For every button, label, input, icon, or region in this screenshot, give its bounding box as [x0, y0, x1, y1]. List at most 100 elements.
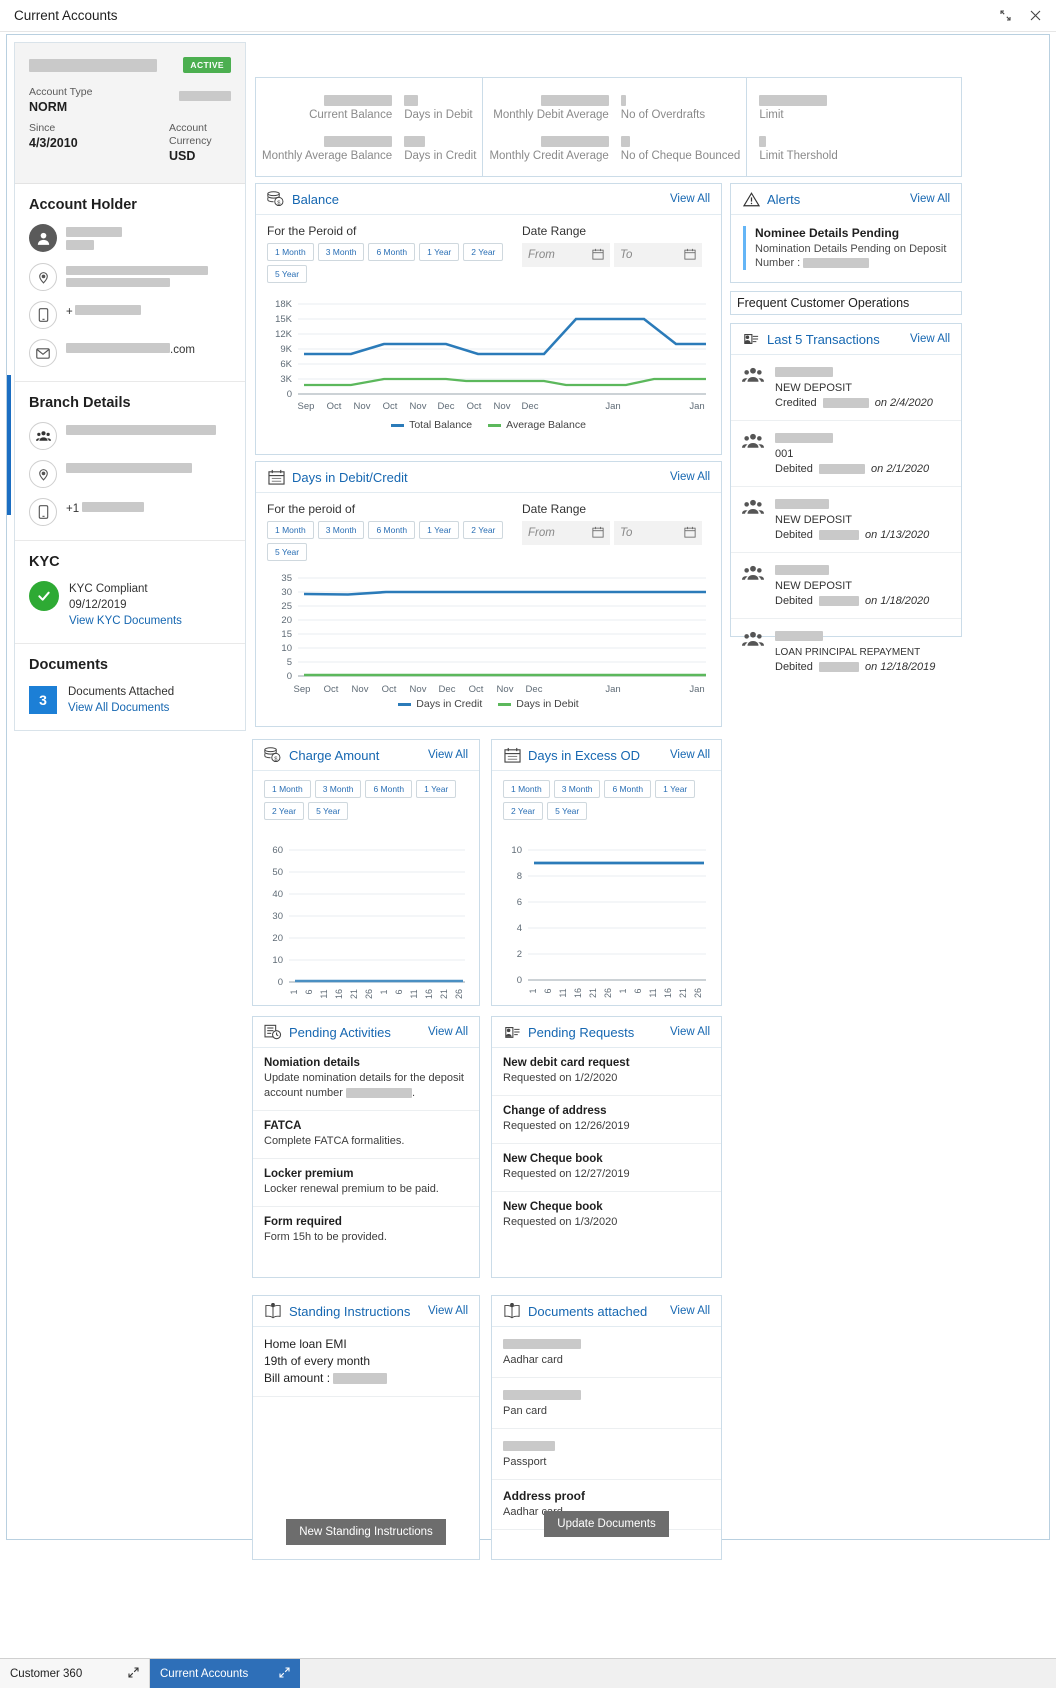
period-5-year[interactable]: 5 Year — [308, 802, 349, 820]
view-all-documents-link[interactable]: View All Documents — [68, 702, 169, 714]
new-standing-instructions-button[interactable]: New Standing Instructions — [286, 1519, 446, 1545]
list-item[interactable]: New Cheque book Requested on 1/3/2020 — [492, 1192, 721, 1239]
days-excess-od-view-all-link[interactable]: View All — [670, 749, 710, 761]
restore-icon[interactable] — [990, 2, 1020, 30]
table-row[interactable]: NEW DEPOSIT Debited on 1/18/2020 — [731, 553, 961, 619]
period-6-month[interactable]: 6 Month — [365, 780, 413, 798]
transactions-view-all-link[interactable]: View All — [910, 333, 950, 345]
documents-attached-view-all-link[interactable]: View All — [670, 1305, 710, 1317]
svg-text:11: 11 — [319, 989, 329, 998]
period-1-year[interactable]: 1 Year — [419, 243, 460, 261]
table-row[interactable]: LOAN PRINCIPAL REPAYMENT Debited on 12/1… — [731, 619, 961, 684]
list-item[interactable]: New debit card request Requested on 1/2/… — [492, 1048, 721, 1096]
calendar-icon[interactable] — [592, 248, 604, 263]
list-item[interactable]: Locker premium Locker renewal premium to… — [253, 1159, 479, 1207]
kyc-status: KYC Compliant — [69, 583, 148, 595]
period-3-month[interactable]: 3 Month — [317, 243, 365, 261]
list-item[interactable]: New Cheque book Requested on 12/27/2019 — [492, 1144, 721, 1192]
period-5-year[interactable]: 5 Year — [267, 543, 308, 561]
transactions-title: Last 5 Transactions — [767, 331, 880, 347]
documents-heading: Documents — [29, 657, 108, 673]
date-from-input[interactable]: From — [522, 243, 610, 267]
standing-instruction-item[interactable]: Home loan EMI 19th of every month Bill a… — [253, 1327, 479, 1397]
transaction-name: NEW DEPOSIT — [775, 382, 853, 394]
calendar-icon — [267, 468, 285, 486]
account-number-redacted — [179, 90, 231, 101]
balance-date-range-label: Date Range — [522, 224, 587, 238]
period-1-month[interactable]: 1 Month — [264, 780, 311, 798]
standing-instructions-header: Standing Instructions View All — [253, 1296, 479, 1327]
period-2-year[interactable]: 2 Year — [264, 802, 305, 820]
pending-requests-view-all-link[interactable]: View All — [670, 1026, 710, 1038]
list-item[interactable]: Nomiation details Update nomination deta… — [253, 1048, 479, 1111]
dc-period-controls: For the peroid of 1 Month 3 Month 6 Mont… — [267, 502, 522, 561]
list-item[interactable]: Pan card — [492, 1378, 721, 1429]
close-icon[interactable] — [1020, 2, 1050, 30]
period-6-month[interactable]: 6 Month — [604, 780, 652, 798]
period-2-year[interactable]: 2 Year — [503, 802, 544, 820]
activity-desc-post: . — [411, 1087, 415, 1099]
account-holder-section: Account Holder + .com — [15, 184, 245, 382]
period-1-month[interactable]: 1 Month — [267, 521, 314, 539]
days-debit-credit-view-all-link[interactable]: View All — [670, 471, 710, 483]
period-3-month[interactable]: 3 Month — [317, 521, 365, 539]
standing-instructions-view-all-link[interactable]: View All — [428, 1305, 468, 1317]
calendar-icon[interactable] — [684, 248, 696, 263]
period-1-year[interactable]: 1 Year — [419, 521, 460, 539]
period-1-year[interactable]: 1 Year — [655, 780, 696, 798]
charge-amount-view-all-link[interactable]: View All — [428, 749, 468, 761]
list-item[interactable]: Change of address Requested on 12/26/201… — [492, 1096, 721, 1144]
period-6-month[interactable]: 6 Month — [368, 521, 416, 539]
status-badge: ACTIVE — [183, 57, 231, 73]
table-row[interactable]: NEW DEPOSIT Debited on 1/13/2020 — [731, 487, 961, 553]
date-to-input[interactable]: To — [614, 243, 702, 267]
expand-icon[interactable] — [279, 1666, 290, 1681]
document-title: Address proof — [503, 1489, 586, 1503]
svg-text:16: 16 — [424, 989, 434, 999]
period-1-month[interactable]: 1 Month — [267, 243, 314, 261]
pending-requests-title: Pending Requests — [528, 1024, 635, 1040]
list-item[interactable]: Form required Form 15h to be provided. — [253, 1207, 479, 1254]
frequent-customer-operations-bar[interactable]: Frequent Customer Operations — [730, 291, 962, 315]
table-row[interactable]: 001 Debited on 2/1/2020 — [731, 421, 961, 487]
table-row[interactable]: NEW DEPOSIT Credited on 2/4/2020 — [731, 355, 961, 421]
alert-desc: Nomination Details Pending on Deposit Nu… — [755, 242, 949, 270]
balance-view-all-link[interactable]: View All — [670, 193, 710, 205]
svg-text:Sep: Sep — [294, 684, 311, 695]
date-from-input[interactable]: From — [522, 521, 610, 545]
alert-desc-line1: Nomination Details Pending on Deposit — [755, 243, 947, 255]
list-item[interactable]: Aadhar card — [492, 1327, 721, 1378]
pending-activities-view-all-link[interactable]: View All — [428, 1026, 468, 1038]
period-1-month[interactable]: 1 Month — [503, 780, 550, 798]
period-1-year[interactable]: 1 Year — [416, 780, 457, 798]
view-kyc-documents-link[interactable]: View KYC Documents — [69, 615, 182, 627]
date-from-placeholder: From — [528, 249, 555, 261]
alert-item[interactable]: Nominee Details Pending Nomination Detai… — [743, 226, 949, 270]
date-to-input[interactable]: To — [614, 521, 702, 545]
calendar-icon[interactable] — [592, 526, 604, 541]
date-from-placeholder: From — [528, 527, 555, 539]
taskbar-item-customer-360[interactable]: Customer 360 — [0, 1659, 150, 1688]
account-number-redacted-block — [179, 86, 231, 114]
expand-icon[interactable] — [128, 1666, 139, 1681]
balance-card-title: Balance — [292, 191, 339, 207]
period-3-month[interactable]: 3 Month — [314, 780, 362, 798]
svg-text:6: 6 — [304, 989, 314, 994]
period-3-month[interactable]: 3 Month — [553, 780, 601, 798]
period-5-year[interactable]: 5 Year — [267, 265, 308, 283]
transaction-meta: Credited on 2/4/2020 — [775, 396, 950, 411]
period-2-year[interactable]: 2 Year — [463, 521, 504, 539]
svg-text:6: 6 — [394, 989, 404, 994]
period-6-month[interactable]: 6 Month — [368, 243, 416, 261]
list-item[interactable]: FATCA Complete FATCA formalities. — [253, 1111, 479, 1159]
alerts-view-all-link[interactable]: View All — [910, 193, 950, 205]
period-2-year[interactable]: 2 Year — [463, 243, 504, 261]
list-item[interactable]: Passport — [492, 1429, 721, 1480]
period-5-year[interactable]: 5 Year — [547, 802, 588, 820]
stat-value-redacted — [404, 93, 472, 107]
update-documents-button[interactable]: Update Documents — [544, 1511, 669, 1537]
calendar-icon[interactable] — [684, 526, 696, 541]
taskbar-item-current-accounts[interactable]: Current Accounts — [150, 1659, 300, 1688]
stat-group-1: Current Balance Monthly Average Balance … — [256, 78, 484, 176]
stat-col-limits: Limit Limit Thershold — [747, 78, 961, 176]
